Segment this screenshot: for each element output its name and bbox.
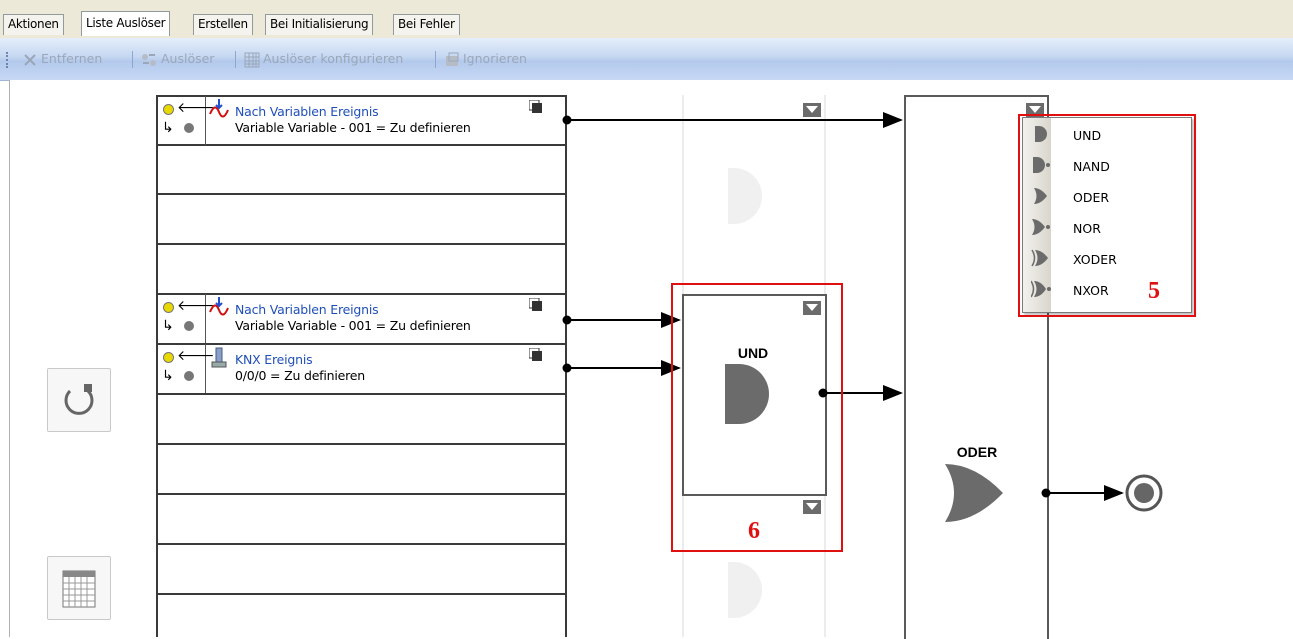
annotation-number: 5 [1148,278,1160,304]
tab-liste-ausloeser[interactable]: Liste Auslöser [81,11,171,36]
output-terminal-icon[interactable] [1122,472,1166,516]
annotation-box-menu [1018,114,1196,317]
connection-wires [562,112,1124,501]
annotation-box-gate [671,283,843,552]
annotation-number: 6 [748,518,760,544]
